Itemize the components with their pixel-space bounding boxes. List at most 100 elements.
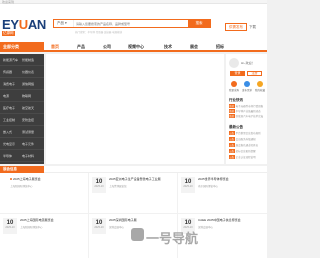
sidebar-row: 半导体 电子材料 — [0, 150, 44, 162]
sidebar-row: 嵌入式 测试测量 — [0, 126, 44, 138]
category-sidebar: 新能源汽车 智能制造 传感器 仪器仪表 消费电子 通信网络 电源 物联网 医疗电子 航空航… — [0, 54, 44, 164]
expo-card-venue: 深圳会展中心 — [198, 226, 214, 229]
main-nav: 全部分类 首页 产品 公司 视频中心 技术 展会 招标 — [0, 42, 267, 52]
nav-item-bidding[interactable]: 招标 — [216, 42, 224, 52]
nav-item-products[interactable]: 产品 — [77, 42, 85, 52]
expo-card-date: 10 2025-10 — [92, 177, 106, 193]
news-tag: 快讯 — [229, 109, 235, 113]
nav-item-home[interactable]: 首页 — [51, 42, 59, 52]
sidebar-row: 消费电子 通信网络 — [0, 78, 44, 90]
expo-card-date: 10 2025-10 — [181, 177, 195, 193]
logo-subtitle: 亿源网 — [2, 31, 15, 36]
watermark-logo-icon — [131, 228, 144, 241]
expo-card-title: 2025上海国际电源展览会 — [20, 218, 54, 222]
clock-icon — [10, 178, 12, 180]
user-panel: Hi~欢迎！ 登录 注册 我要采购 发布需求 我的收藏 行业快讯 快讯 电子元器件… — [226, 54, 267, 164]
sidebar-item[interactable]: 消费电子 — [3, 82, 15, 86]
search-box: 产品 ▾ 搜索 — [53, 19, 211, 28]
download-link[interactable]: 下载 — [249, 23, 265, 31]
expo-card-date: 10 2025-10 — [3, 218, 17, 234]
sidebar-item[interactable]: 电子元件 — [22, 142, 34, 146]
quick-link-label: 发布需求 — [241, 89, 252, 92]
logo-wordmark: EYUAN — [2, 17, 47, 32]
notice-item[interactable]: 公告 招标信息更新提醒 — [229, 149, 265, 153]
sidebar-row: 工业控制 安防监控 — [0, 114, 44, 126]
sidebar-item[interactable]: 智能制造 — [22, 58, 34, 62]
industry-news-title: 行业快讯 — [229, 98, 243, 102]
expo-card-title: 2025世界半导体博览会 — [198, 177, 229, 181]
notice-tag: 公告 — [229, 149, 235, 153]
sidebar-item[interactable]: 仪器仪表 — [22, 70, 34, 74]
sidebar-row: 电源 物联网 — [0, 90, 44, 102]
expo-card[interactable]: 10 2025-10 2025亚洲电子生产设备暨微电子工业展 上海世博展览馆 — [89, 173, 177, 213]
news-item[interactable]: 快讯 半导体产业链最新动态 — [229, 109, 265, 113]
nav-item-tech[interactable]: 技术 — [164, 42, 172, 52]
notice-tag: 公告 — [229, 137, 235, 141]
sidebar-row: 医疗电子 航空航天 — [0, 102, 44, 114]
expo-card-title: 2025深圳国际电子展 — [109, 218, 137, 222]
site-logo[interactable]: EYUAN 亿源网 — [0, 17, 47, 39]
login-button[interactable]: 登录 — [230, 71, 245, 76]
expo-card[interactable]: 10 2025-10 2025上海国际电源展览会 上海新国际博览中心 — [0, 214, 88, 258]
news-item[interactable]: 快讯 电子元器件市场行情周报 — [229, 104, 265, 108]
all-categories-button[interactable]: 全部分类 — [0, 42, 44, 52]
sidebar-item[interactable]: 安防监控 — [22, 118, 34, 122]
quick-link-favorites[interactable]: 我的收藏 — [254, 81, 266, 92]
sidebar-item[interactable]: 电源 — [3, 94, 9, 98]
expo-card-venue: 南京国际博览中心 — [198, 185, 219, 188]
quick-link-label: 我要采购 — [228, 89, 239, 92]
expo-section-bar — [44, 166, 267, 173]
quick-link-publish[interactable]: 发布需求 — [241, 81, 253, 92]
expo-card-venue: 上海新国际博览中心 — [10, 185, 33, 188]
notice-tag: 公告 — [229, 155, 235, 159]
sidebar-item[interactable]: 电子材料 — [22, 154, 34, 158]
sidebar-item[interactable]: 工业控制 — [3, 118, 15, 122]
expo-card[interactable]: 10 2025-10 2025世界半导体博览会 南京国际博览中心 — [178, 173, 267, 213]
greeting-text: Hi~欢迎！ — [241, 61, 255, 65]
nav-item-companies[interactable]: 公司 — [103, 42, 111, 52]
sidebar-row: 光电显示 电子元件 — [0, 138, 44, 150]
expo-card[interactable]: 2025上海电子展览会 上海新国际博览中心 — [0, 173, 88, 213]
notice-item[interactable]: 公告 会员服务升级通知 — [229, 137, 265, 141]
notice-tag: 公告 — [229, 131, 235, 135]
sidebar-item[interactable]: 嵌入式 — [3, 130, 12, 134]
register-button[interactable]: 注册 — [247, 71, 262, 76]
expo-card-title: 2025亚洲电子生产设备暨微电子工业展 — [109, 177, 161, 181]
post-demand-button[interactable]: 供需发布 — [225, 23, 247, 31]
sidebar-item[interactable]: 测试测量 — [22, 130, 34, 134]
quick-link-label: 我的收藏 — [254, 89, 265, 92]
sidebar-item[interactable]: 医疗电子 — [3, 106, 15, 110]
sidebar-item[interactable]: 物联网 — [22, 94, 31, 98]
sidebar-row: 新能源汽车 智能制造 — [0, 54, 44, 66]
expo-card-title: CAEE 2025中国电子信息博览会 — [198, 218, 241, 222]
search-button[interactable]: 搜索 — [188, 20, 210, 27]
expo-card-venue: 上海新国际博览中心 — [20, 226, 43, 229]
nav-item-videos[interactable]: 视频中心 — [128, 42, 144, 52]
search-category-select[interactable]: 产品 ▾ — [54, 20, 74, 27]
notice-item[interactable]: 公告 企业认证流程说明 — [229, 155, 265, 159]
star-icon — [257, 81, 263, 87]
notice-tag: 公告 — [229, 143, 235, 147]
expo-card-title: 2025上海电子展览会 — [10, 177, 84, 181]
sidebar-row: 传感器 仪器仪表 — [0, 66, 44, 78]
news-item[interactable]: 快讯 新能源汽车电子技术论坛 — [229, 114, 265, 118]
sidebar-item[interactable]: 传感器 — [3, 70, 12, 74]
quick-link-purchase[interactable]: 我要采购 — [228, 81, 240, 92]
header: EYUAN 亿源网 产品 ▾ 搜索 热门搜索：半导体 传感器 连接器 电源模块 … — [0, 4, 267, 42]
main-banner[interactable] — [46, 54, 224, 164]
sidebar-item[interactable]: 半导体 — [3, 154, 12, 158]
notice-item[interactable]: 公告 展会报名通道已开启 — [229, 143, 265, 147]
nav-item-expo[interactable]: 展会 — [190, 42, 198, 52]
sidebar-item[interactable]: 光电显示 — [3, 142, 15, 146]
expo-card-date: 10 2025-10 — [92, 218, 106, 234]
sidebar-item[interactable]: 新能源汽车 — [3, 58, 18, 62]
news-tag: 快讯 — [229, 104, 235, 108]
notice-item[interactable]: 公告 平台供需信息发布规则 — [229, 131, 265, 135]
expo-section-title: 展会信息 — [0, 166, 44, 173]
hot-search-links[interactable]: 热门搜索：半导体 传感器 连接器 电源模块 — [75, 30, 122, 34]
search-input[interactable] — [76, 20, 188, 27]
sidebar-item[interactable]: 通信网络 — [22, 82, 34, 86]
sidebar-item[interactable]: 航空航天 — [22, 106, 34, 110]
cart-icon — [231, 81, 237, 87]
edit-icon — [244, 81, 250, 87]
